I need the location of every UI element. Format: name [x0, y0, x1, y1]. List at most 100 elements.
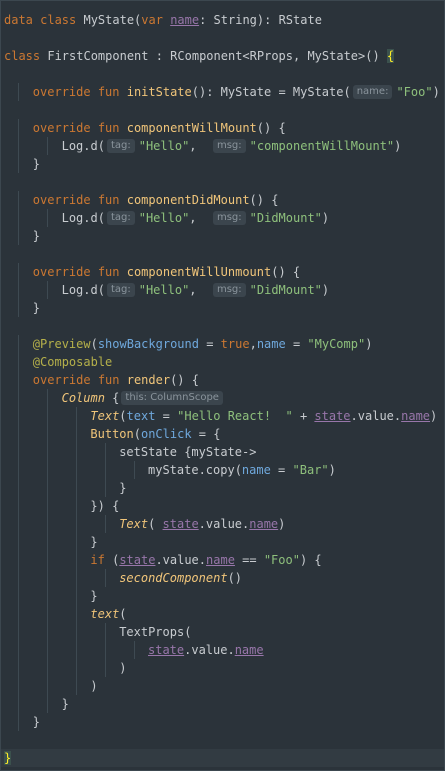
indent-guide	[47, 425, 49, 443]
indent-guide	[18, 713, 20, 731]
code-token: Log.d(	[61, 211, 105, 225]
code-line[interactable]: @Preview(showBackground = true,name = "M…	[1, 335, 444, 353]
code-text: @Preview(showBackground = true,name = "M…	[33, 335, 373, 353]
indent-guide	[47, 137, 49, 155]
code-text: }	[33, 299, 40, 317]
parameter-hint: msg:	[212, 138, 246, 153]
code-line[interactable]	[1, 173, 444, 191]
indent-guide	[18, 497, 20, 515]
code-line[interactable]: override fun componentDidMount() {	[1, 191, 444, 209]
code-line[interactable]: secondComponent()	[1, 569, 444, 587]
indent-guide	[76, 443, 77, 461]
code-token: )	[394, 139, 402, 153]
code-token: )	[321, 211, 330, 225]
code-token: "Foo"	[396, 85, 433, 99]
code-line[interactable]: Log.d(tag: "Hello", msg: "componentWillMou…	[1, 137, 444, 155]
code-line[interactable]: )	[1, 659, 444, 677]
indent-guide	[18, 353, 20, 371]
indent-guide	[18, 695, 20, 713]
code-token: initState	[126, 85, 192, 99]
code-token: showBackground	[97, 337, 199, 351]
code-token: .	[350, 409, 358, 423]
code-token: myState.copy(	[148, 463, 242, 477]
code-line[interactable]: text(	[1, 605, 444, 623]
code-line[interactable]: Button(onClick = {	[1, 425, 444, 443]
code-line[interactable]: }	[1, 155, 444, 173]
code-line[interactable]: }	[1, 299, 444, 317]
indent-guide	[18, 479, 20, 497]
code-token: name	[249, 517, 279, 531]
code-line[interactable]: }) {	[1, 497, 444, 515]
code-token: )	[328, 463, 336, 477]
code-line[interactable]: myState.copy(name = "Bar")	[1, 461, 444, 479]
code-line[interactable]: }	[1, 587, 444, 605]
code-line[interactable]	[1, 65, 444, 83]
code-line[interactable]: }	[1, 749, 444, 767]
code-line[interactable]: Text( state.value.name)	[1, 515, 444, 533]
indent-guide	[18, 83, 20, 101]
code-line[interactable]: }	[1, 713, 444, 731]
code-line[interactable]	[1, 245, 444, 263]
code-line[interactable]	[1, 29, 444, 47]
code-text: }	[4, 749, 12, 767]
code-token: onClick	[140, 427, 192, 441]
code-text: setState {myState->	[119, 443, 256, 461]
code-line[interactable]: data class MyState(var name: String): RS…	[1, 11, 444, 29]
code-line[interactable]: Column {this: ColumnScope	[1, 389, 444, 407]
code-token: : String): RState	[199, 13, 322, 27]
code-line[interactable]	[1, 101, 444, 119]
code-line[interactable]: setState {myState->	[1, 443, 444, 461]
code-text: Text(text = "Hello React! " + state.valu…	[90, 407, 437, 425]
code-token: ,	[189, 283, 211, 297]
code-token: var	[141, 13, 171, 27]
code-line[interactable]: }	[1, 479, 444, 497]
indent-guide	[104, 569, 106, 587]
code-text: Button(onClick = {	[90, 425, 220, 443]
code-editor[interactable]: data class MyState(var name: String): RS…	[0, 0, 445, 771]
code-line[interactable]: override fun render() {	[1, 371, 444, 389]
code-line[interactable]: override fun componentWillMount() {	[1, 119, 444, 137]
code-token: "componentWillMount"	[249, 139, 395, 153]
code-line[interactable]: Text(text = "Hello React! " + state.valu…	[1, 407, 444, 425]
indent-guide	[18, 677, 20, 695]
code-line[interactable]: TextProps(	[1, 623, 444, 641]
code-token: name	[401, 409, 431, 423]
code-token: (	[119, 409, 127, 423]
code-line[interactable]: )	[1, 677, 444, 695]
code-text: class FirstComponent : RComponent<RProps…	[4, 47, 395, 65]
code-line[interactable]: if (state.value.name == "Foo") {	[1, 551, 444, 569]
code-token: name	[256, 337, 286, 351]
code-line[interactable]: }	[1, 227, 444, 245]
code-line[interactable]	[1, 731, 444, 749]
code-line[interactable]: }	[1, 533, 444, 551]
code-token: .value.	[198, 517, 250, 531]
code-line[interactable]: @Composable	[1, 353, 444, 371]
code-token: ) {	[299, 553, 322, 567]
code-token: }	[90, 589, 98, 603]
code-line[interactable]: Log.d(tag: "Hello", msg: "DidMount")	[1, 209, 444, 227]
indent-guide	[104, 479, 106, 497]
code-line[interactable]: state.value.name	[1, 641, 444, 659]
code-token: FirstComponent : RComponent<RProps, MySt…	[47, 49, 387, 63]
code-line[interactable]: class FirstComponent : RComponent<RProps…	[1, 47, 444, 65]
indent-guide	[76, 677, 77, 695]
code-token: () {	[249, 193, 279, 207]
code-line[interactable]: Log.d(tag: "Hello", msg: "DidMount")	[1, 281, 444, 299]
code-token: = {	[191, 427, 221, 441]
code-token: "Hello React! "	[177, 409, 293, 423]
code-token: componentWillUnmount	[126, 265, 272, 279]
indent-guide	[18, 515, 20, 533]
code-line[interactable]	[1, 317, 444, 335]
code-line[interactable]: }	[1, 695, 444, 713]
code-text: }	[119, 479, 126, 497]
code-text: Column {this: ColumnScope	[62, 389, 227, 407]
indent-guide	[47, 569, 49, 587]
code-line[interactable]: override fun componentWillUnmount() {	[1, 263, 444, 281]
indent-guide	[47, 641, 49, 659]
code-line[interactable]: override fun initState(): MyState = MySt…	[1, 83, 444, 101]
code-token: "Hello"	[138, 283, 190, 297]
code-token: (): MyState = MyState(	[191, 85, 351, 99]
code-token: state	[314, 409, 351, 423]
indent-guide	[47, 677, 49, 695]
indent-guide	[76, 533, 77, 551]
